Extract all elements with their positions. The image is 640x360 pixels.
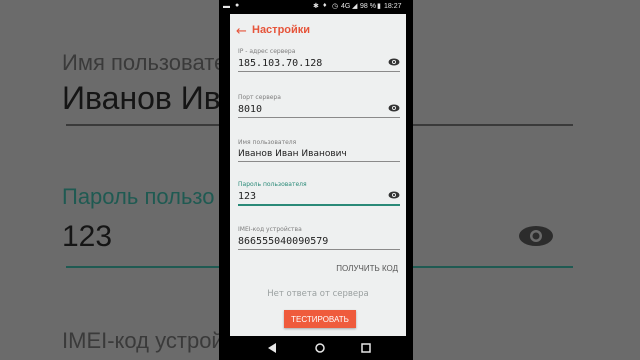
bg-password-label: Пароль пользо bbox=[62, 184, 215, 209]
signal-icon: ◢ bbox=[352, 3, 358, 10]
imei-field[interactable]: IMEI-код устройства 866555040090579 bbox=[238, 226, 400, 250]
clock: 18:27 bbox=[384, 3, 402, 10]
username-label: Имя пользователя bbox=[238, 139, 297, 146]
eye-icon[interactable] bbox=[388, 191, 400, 199]
alarm-icon: ◷ bbox=[332, 3, 339, 10]
imei-label: IMEI-код устройства bbox=[238, 226, 302, 233]
bg-eye-icon bbox=[519, 226, 553, 246]
bg-username-underline bbox=[66, 124, 219, 126]
server-port-underline bbox=[238, 117, 400, 118]
nav-recents-icon[interactable] bbox=[361, 343, 371, 353]
server-ip-label: IP - адрес сервера bbox=[238, 48, 296, 55]
imei-input[interactable]: 866555040090579 bbox=[238, 236, 400, 247]
username-field[interactable]: Имя пользователя Иванов Иван Иванович bbox=[238, 139, 400, 162]
server-port-input[interactable]: 8010 bbox=[238, 104, 400, 115]
get-code-button[interactable]: ПОЛУЧИТЬ КОД bbox=[336, 264, 398, 273]
password-input[interactable]: 123 bbox=[238, 191, 400, 202]
navigation-bar bbox=[219, 336, 413, 360]
network-type: 4G bbox=[341, 3, 351, 10]
server-ip-underline bbox=[238, 71, 400, 72]
location-icon: ♦ bbox=[323, 2, 327, 9]
camera-icon: ▬ bbox=[223, 3, 230, 10]
server-port-field[interactable]: Порт сервера 8010 bbox=[238, 94, 400, 118]
server-ip-input[interactable]: 185.103.70.128 bbox=[238, 58, 400, 69]
bg-password-underline bbox=[66, 266, 219, 268]
nav-back-icon[interactable] bbox=[268, 343, 277, 353]
status-message: Нет ответа от сервера bbox=[267, 289, 369, 299]
imei-underline bbox=[238, 249, 400, 250]
phone-frame: ▬ ● ✱ ♦ ◷ 4G ◢ 98 % ▮ 18:27 ← Настройки … bbox=[219, 0, 413, 360]
back-arrow-icon[interactable]: ← bbox=[236, 24, 247, 39]
eye-icon[interactable] bbox=[388, 58, 400, 66]
bg-right-underline-2 bbox=[413, 266, 573, 268]
password-label: Пароль пользователя bbox=[238, 181, 307, 188]
page-title: Настройки bbox=[252, 24, 311, 36]
background-right bbox=[413, 0, 640, 360]
test-button[interactable]: ТЕСТИРОВАТЬ bbox=[284, 310, 356, 328]
battery-icon: ▮ bbox=[377, 3, 381, 10]
bluetooth-icon: ✱ bbox=[313, 3, 319, 10]
bg-right-underline-1 bbox=[413, 124, 573, 126]
bg-imei-label: IMEI-код устрой bbox=[62, 328, 219, 353]
status-bar: ▬ ● ✱ ♦ ◷ 4G ◢ 98 % ▮ 18:27 bbox=[219, 0, 413, 14]
app-bar: ← Настройки bbox=[230, 14, 406, 50]
bg-username-label: Имя пользовател bbox=[62, 50, 219, 75]
username-underline bbox=[238, 161, 400, 162]
nav-home-icon[interactable] bbox=[315, 343, 325, 353]
bg-password-value: 123 bbox=[62, 220, 113, 253]
bg-username-value: Иванов Ив bbox=[62, 80, 219, 116]
eye-icon[interactable] bbox=[388, 104, 400, 112]
server-ip-field[interactable]: IP - адрес сервера 185.103.70.128 bbox=[238, 48, 400, 72]
background-left: Имя пользовател Иванов Ив Пароль пользо … bbox=[0, 0, 219, 360]
password-underline bbox=[238, 204, 400, 206]
settings-screen: ← Настройки IP - адрес сервера 185.103.7… bbox=[230, 14, 406, 336]
notification-icon: ● bbox=[235, 2, 240, 9]
password-field[interactable]: Пароль пользователя 123 bbox=[238, 181, 400, 206]
server-port-label: Порт сервера bbox=[238, 94, 281, 101]
battery-percent: 98 % bbox=[360, 3, 376, 10]
username-input[interactable]: Иванов Иван Иванович bbox=[238, 149, 400, 159]
